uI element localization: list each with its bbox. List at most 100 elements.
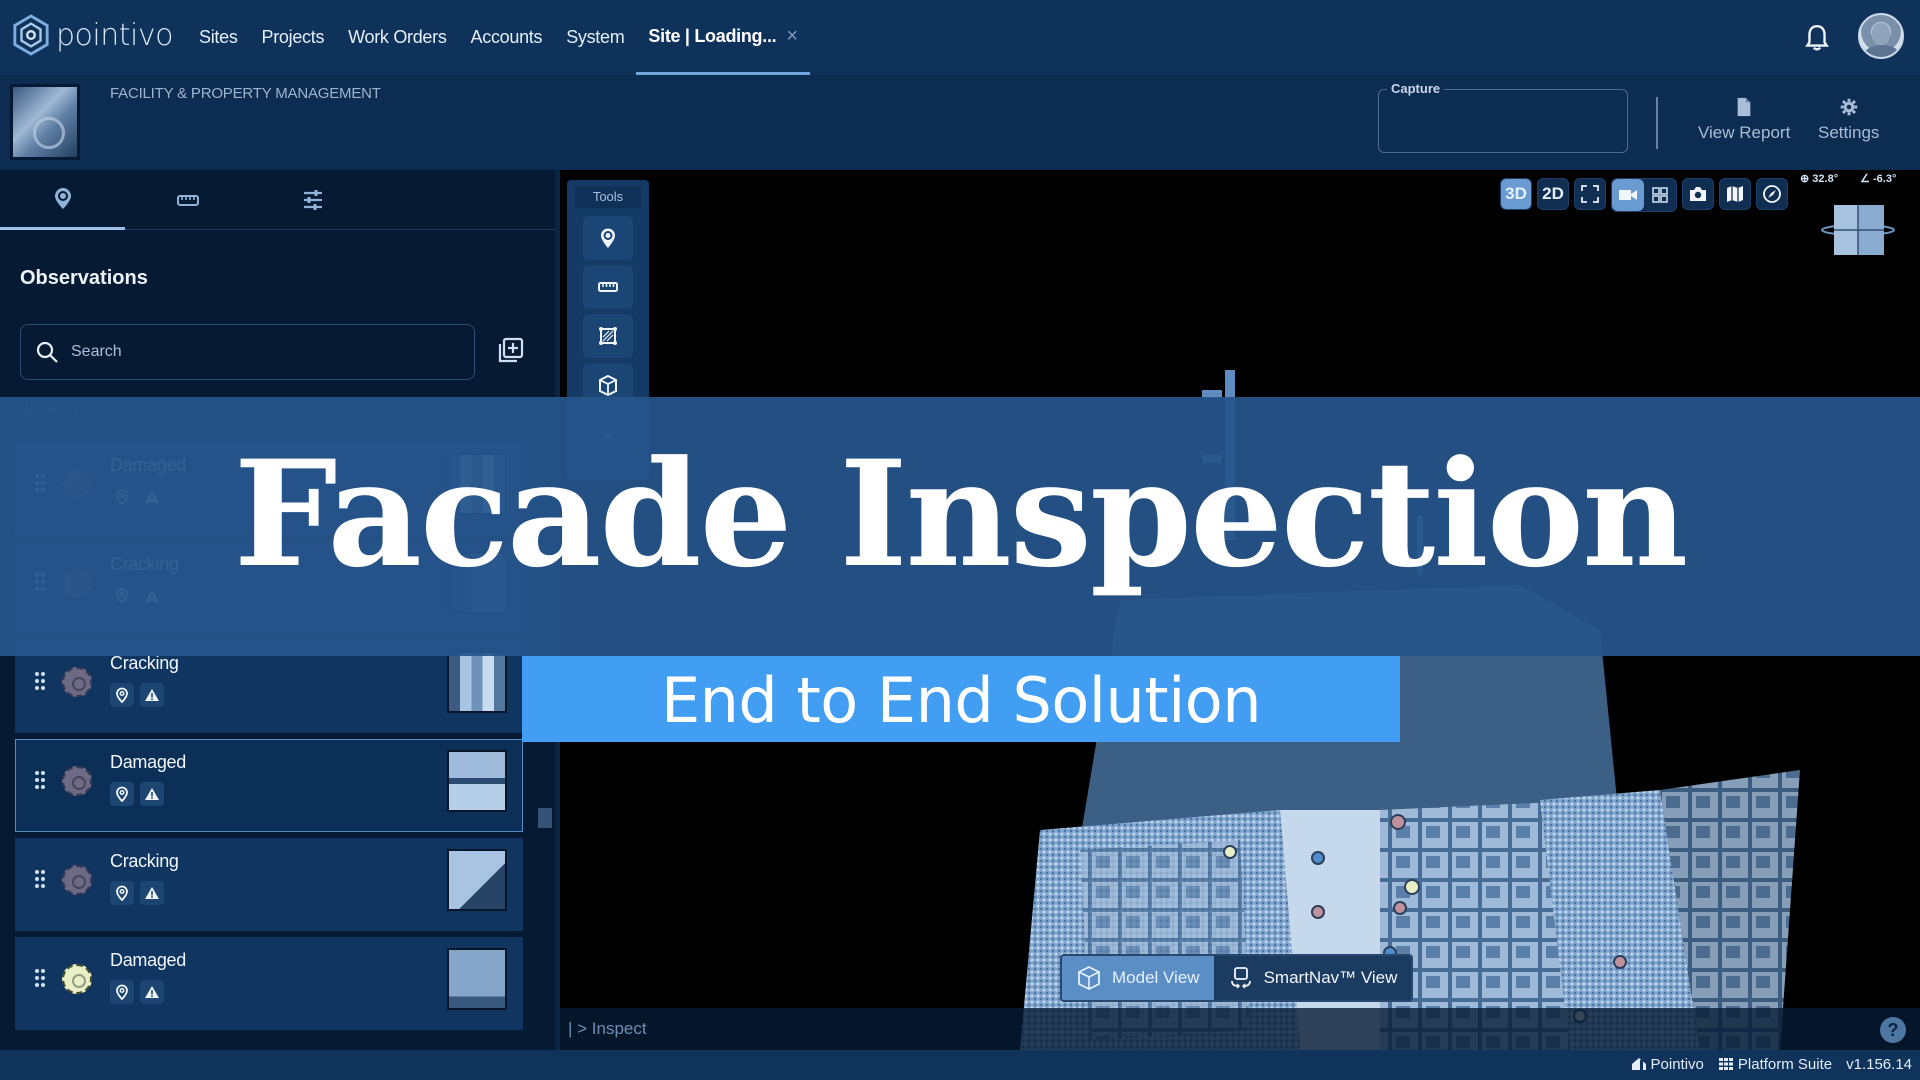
orientation-readout: ⊕ 32.8° ∠ -6.3°	[1800, 172, 1896, 185]
home-icon	[1631, 1058, 1646, 1070]
footer-version: v1.156.14	[1846, 1056, 1912, 1073]
observation-badges	[110, 881, 164, 905]
search-field[interactable]	[20, 324, 475, 380]
site-header: FACILITY & PROPERTY MANAGEMENT Capture V…	[0, 75, 1920, 170]
brand-logo[interactable]: pointivo	[12, 14, 173, 56]
warning-badge[interactable]	[140, 881, 164, 905]
pointivo-logo-icon	[13, 14, 49, 56]
drag-handle-icon[interactable]	[34, 770, 46, 790]
drag-handle-icon[interactable]	[34, 869, 46, 889]
tab-observations[interactable]	[0, 170, 125, 230]
fullscreen-button[interactable]	[1574, 178, 1606, 210]
view-report-label: View Report	[1698, 123, 1791, 142]
add-observation-tool[interactable]	[583, 216, 633, 260]
compass-button[interactable]	[1756, 178, 1788, 210]
subtitle-banner: End to End Solution	[522, 656, 1400, 742]
volume-cube-icon	[599, 374, 617, 396]
settings-label: Settings	[1818, 123, 1880, 142]
area-tool[interactable]	[583, 314, 633, 358]
area-icon	[599, 327, 617, 345]
observation-thumbnail[interactable]	[447, 651, 507, 713]
observation-badges	[110, 683, 164, 707]
observation-name: Cracking	[110, 851, 179, 871]
nav-sites[interactable]: Sites	[187, 0, 250, 75]
smartnav-view-label: SmartNav™ View	[1263, 968, 1398, 987]
sliders-icon	[303, 190, 322, 210]
nav-projects[interactable]: Projects	[250, 0, 337, 75]
navigation-cube[interactable]	[1820, 200, 1896, 260]
site-thumbnail[interactable]	[10, 84, 80, 160]
location-badge[interactable]	[110, 980, 134, 1004]
tab-measurements[interactable]	[125, 170, 250, 230]
document-icon	[1737, 97, 1751, 117]
footer-suite[interactable]: Platform Suite	[1718, 1056, 1832, 1073]
location-badge[interactable]	[110, 782, 134, 806]
video-camera-button[interactable]	[1612, 179, 1644, 211]
observation-item[interactable]: Cracking	[15, 838, 523, 931]
2d-mode-button[interactable]: 2D	[1537, 178, 1569, 210]
observation-badges	[110, 980, 164, 1004]
warning-badge[interactable]	[140, 980, 164, 1004]
tab-filters[interactable]	[250, 170, 375, 230]
console-prompt: | > Inspect	[568, 1019, 647, 1038]
warning-icon	[145, 986, 159, 998]
app-root: pointivo Sites Projects Work Orders Acco…	[0, 0, 1920, 1080]
nav-work-orders[interactable]: Work Orders	[336, 0, 458, 75]
drag-handle-icon[interactable]	[34, 671, 46, 691]
add-observation-icon[interactable]	[495, 336, 525, 366]
observation-item[interactable]: Damaged	[15, 937, 523, 1030]
drag-handle-icon[interactable]	[34, 968, 46, 988]
search-icon	[36, 341, 58, 363]
footer-info: Pointivo Platform Suite v1.156.14	[1631, 1056, 1912, 1073]
apps-grid-icon	[1718, 1058, 1733, 1070]
command-console[interactable]: | > Inspect	[560, 1008, 1920, 1050]
tab-site-loading[interactable]: Site | Loading... ×	[636, 0, 810, 75]
observation-item-selected[interactable]: Damaged	[15, 739, 523, 832]
banner-title: Facade Inspection	[233, 429, 1689, 600]
capture-selector[interactable]: Capture	[1378, 81, 1628, 153]
footer-company-name: Pointivo	[1650, 1056, 1704, 1073]
model-view-label: Model View	[1112, 968, 1200, 987]
observation-badges	[110, 782, 164, 806]
observation-thumbnail[interactable]	[447, 750, 507, 812]
top-navigation: pointivo Sites Projects Work Orders Acco…	[0, 0, 1920, 75]
notification-bell-icon[interactable]	[1804, 24, 1830, 52]
smartnav-icon	[1230, 967, 1251, 989]
pitch-value: 32.8°	[1812, 173, 1839, 185]
avatar-face	[1872, 23, 1890, 45]
location-badge[interactable]	[110, 683, 134, 707]
warning-badge[interactable]	[140, 683, 164, 707]
observation-thumbnail[interactable]	[447, 849, 507, 911]
footer-company[interactable]: Pointivo	[1631, 1056, 1704, 1073]
warning-icon	[145, 788, 159, 800]
angle-value: -6.3°	[1873, 173, 1897, 185]
list-scrollbar[interactable]	[538, 808, 552, 828]
3d-mode-button[interactable]: 3D	[1500, 178, 1532, 210]
title-banner: Facade Inspection	[0, 397, 1920, 656]
observation-thumbnail[interactable]	[447, 948, 507, 1010]
search-input[interactable]	[71, 343, 451, 361]
view-report-button[interactable]: View Report	[1698, 97, 1790, 143]
location-pin-icon	[116, 885, 128, 901]
main-nav: Sites Projects Work Orders Accounts Syst…	[187, 0, 810, 75]
settings-button[interactable]: Settings	[1818, 97, 1879, 143]
nav-accounts[interactable]: Accounts	[459, 0, 555, 75]
location-badge[interactable]	[110, 881, 134, 905]
status-indicator	[62, 667, 92, 697]
close-tab-icon[interactable]: ×	[786, 25, 798, 48]
grid-view-button[interactable]	[1644, 179, 1676, 211]
view-mode-switch: Model View SmartNav™ View	[1060, 954, 1414, 1002]
smartnav-view-button[interactable]: SmartNav™ View	[1213, 956, 1412, 1000]
map-button[interactable]	[1719, 178, 1751, 210]
avatar-body	[1864, 45, 1900, 57]
nav-system[interactable]: System	[554, 0, 636, 75]
model-view-button[interactable]: Model View	[1062, 956, 1214, 1000]
observation-name: Cracking	[110, 653, 179, 673]
gear-icon	[1840, 98, 1857, 116]
warning-badge[interactable]	[140, 782, 164, 806]
screenshot-button[interactable]	[1682, 178, 1714, 210]
measure-tool[interactable]	[583, 265, 633, 309]
banner-subtitle: End to End Solution	[660, 664, 1262, 737]
help-button[interactable]: ?	[1880, 1017, 1906, 1043]
user-avatar[interactable]	[1858, 13, 1904, 59]
